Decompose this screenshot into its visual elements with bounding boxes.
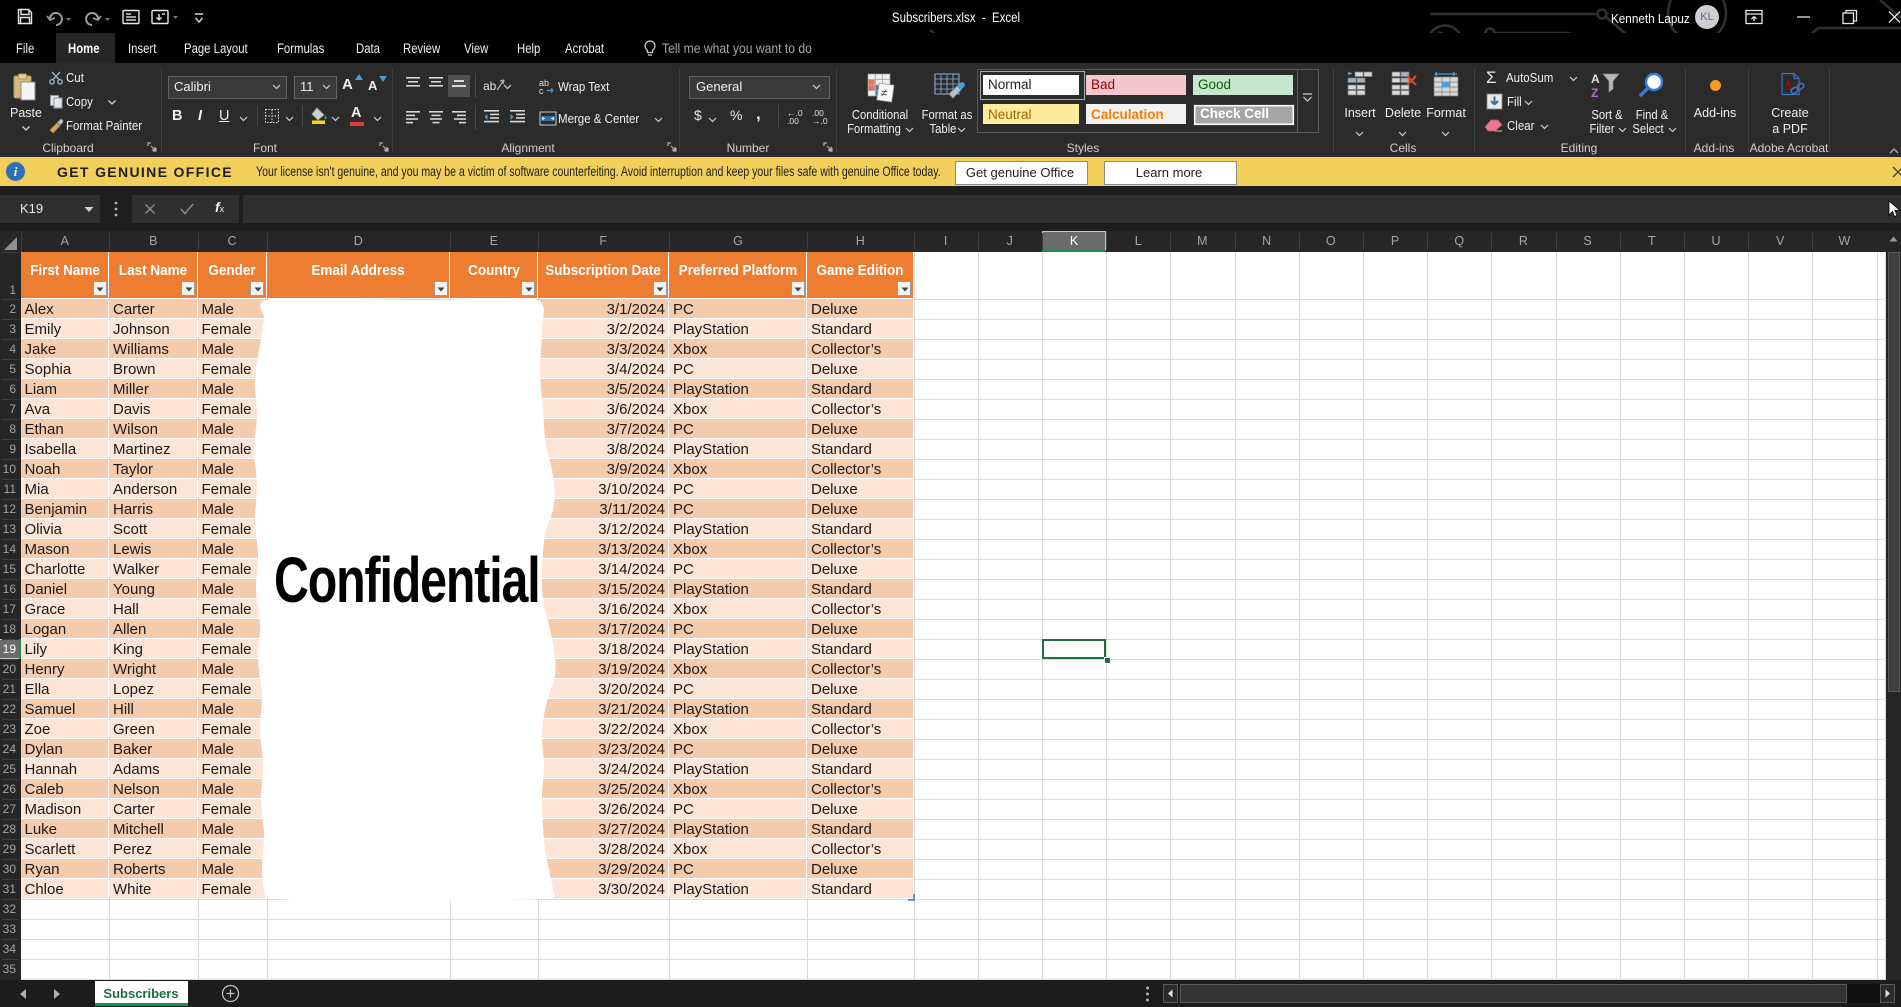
svg-text:Z: Z: [1591, 86, 1598, 100]
svg-text:.00: .00: [787, 116, 799, 126]
svg-text:→.0: →.0: [812, 116, 828, 126]
svg-text:ab: ab: [483, 79, 497, 93]
svg-text:A: A: [1785, 79, 1792, 89]
svg-text:A: A: [1591, 72, 1600, 86]
svg-text:c: c: [539, 86, 544, 96]
